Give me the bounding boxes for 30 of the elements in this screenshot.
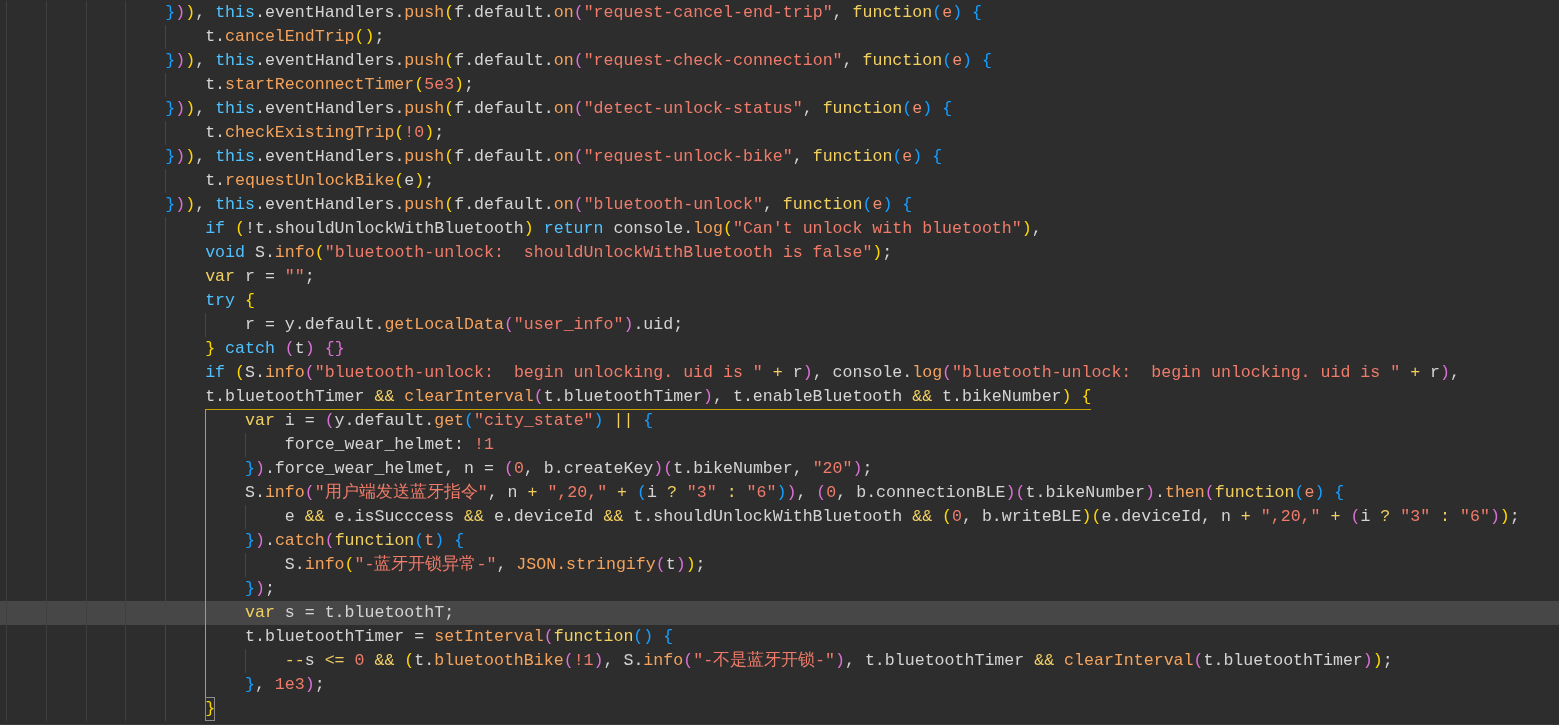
code-line: })), this.eventHandlers.push(f.default.on("detect-unlock-status", function(e) { — [165, 98, 953, 120]
code-line: } — [205, 697, 216, 721]
code-line: t.requestUnlockBike(e); — [205, 170, 435, 192]
code-line: r = y.default.getLocalData("user_info").uid; — [244, 314, 684, 336]
code-line: }, 1e3); — [244, 674, 325, 696]
code-line: var i = (y.default.get("city_state") || { — [244, 410, 654, 432]
code-line: })), this.eventHandlers.push(f.default.on("request-unlock-bike", function(e) { — [165, 146, 943, 168]
code-line: }).force_wear_helmet, n = (0, b.createKey)(t.bikeNumber, "20"); — [244, 458, 873, 480]
code-line: t.bluetoothTimer = setInterval(function() { — [244, 626, 674, 648]
code-line: } catch (t) {} — [205, 338, 345, 360]
code-line: void S.info("bluetooth-unlock: shouldUnlockWithBluetooth is false"); — [205, 242, 893, 264]
code-line: }); — [244, 578, 275, 600]
code-line: force_wear_helmet: !1 — [284, 434, 494, 456]
code-line: t.startReconnectTimer(5e3); — [205, 74, 475, 96]
code-line: var r = ""; — [205, 266, 315, 288]
code-line: S.info("用户端发送蓝牙指令", n + ",20," + (i ? "3" : "6")), (0, b.connectionBLE)(t.bikeNumber).then(function(e) { — [244, 482, 1345, 504]
code-line: var s = t.bluetoothT; — [244, 602, 455, 624]
code-line: S.info("-蓝牙开锁异常-", JSON.stringify(t)); — [284, 554, 706, 576]
code-line: t.checkExistingTrip(!0); — [205, 122, 445, 144]
code-line: })), this.eventHandlers.push(f.default.on("request-check-connection", function(e) { — [165, 50, 992, 72]
code-line: --s <= 0 && (t.bluetoothBike(!1), S.info("-不是蓝牙开锁-"), t.bluetoothTimer && clearInterval(t.bluetoothTimer)); — [284, 650, 1393, 672]
code-line: })), this.eventHandlers.push(f.default.on("bluetooth-unlock", function(e) { — [165, 194, 913, 216]
code-line: e && e.isSucccess && e.deviceId && t.shouldUnlockWithBluetooth && (0, b.writeBLE)(e.deviceId, n + ",20," + (i ? "3" : "6")); — [284, 506, 1520, 528]
code-line: }).catch(function(t) { — [244, 530, 465, 552]
code-line: try { — [205, 290, 255, 312]
code-line: if (!t.shouldUnlockWithBluetooth) return console.log("Can't unlock with bluetooth"), — [205, 218, 1042, 240]
code-line: t.bluetoothTimer && clearInterval(t.bluetoothTimer), t.enableBluetooth && t.bikeNumber) { — [205, 386, 1092, 408]
code-line: })), this.eventHandlers.push(f.default.on("request-cancel-end-trip", function(e) { — [165, 2, 983, 24]
code-line: t.cancelEndTrip(); — [205, 26, 385, 48]
code-line: if (S.info("bluetooth-unlock: begin unlocking. uid is " + r), console.log("bluetooth-unlock: begin unlocking. uid is " + r), — [205, 362, 1460, 384]
